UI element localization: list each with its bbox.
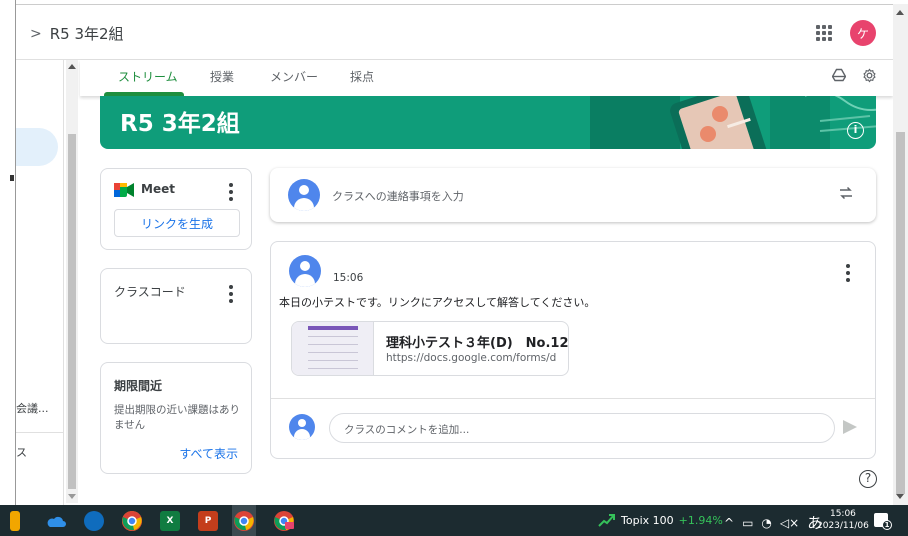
tab-classwork[interactable]: 授業: [210, 68, 234, 85]
post-body: 本日の小テストです。リンクにアクセスして解答してください。: [279, 296, 596, 309]
apps-grid-icon[interactable]: [816, 25, 832, 41]
meet-card: Meet リンクを生成: [100, 168, 252, 250]
post-divider: [271, 398, 875, 399]
meet-label: Meet: [141, 182, 175, 196]
upcoming-title: 期限間近: [114, 379, 163, 393]
send-icon[interactable]: [843, 420, 857, 434]
battery-icon[interactable]: ▭: [742, 516, 753, 530]
form-attachment[interactable]: 理科小テスト３年(D) No.12 https://docs.google.co…: [291, 321, 569, 376]
class-code-more-icon[interactable]: [229, 285, 233, 303]
window-edge-mark: [10, 175, 14, 181]
tray-chevron-up-icon[interactable]: ^: [724, 516, 734, 530]
scrollbar-thumb[interactable]: [68, 134, 76, 489]
scroll-down-arrow-icon[interactable]: [896, 494, 904, 499]
settings-gear-icon[interactable]: [861, 68, 877, 84]
view-all-link[interactable]: すべて表示: [179, 445, 238, 462]
volume-muted-icon[interactable]: ◁×: [780, 516, 799, 530]
chrome-icon[interactable]: [122, 511, 142, 531]
notification-count: 1: [882, 520, 892, 530]
ticker-change: +1.94%: [678, 513, 723, 527]
page-scrollbar[interactable]: [893, 4, 908, 505]
edge-browser-icon[interactable]: [84, 511, 104, 531]
drawer-scrollbar[interactable]: [66, 60, 78, 503]
google-meet-icon: [114, 183, 134, 197]
drawer-divider: [16, 432, 64, 433]
meet-more-icon[interactable]: [229, 183, 233, 201]
attachment-title[interactable]: 理科小テスト３年(D) No.12: [386, 332, 568, 351]
generate-link-button[interactable]: リンクを生成: [114, 209, 240, 237]
announcement-composer[interactable]: クラスへの連絡事項を入力: [270, 168, 876, 222]
help-icon[interactable]: ?: [859, 470, 877, 488]
ticker-name: Topix 100: [621, 513, 674, 527]
scroll-up-arrow-icon[interactable]: [896, 10, 904, 15]
clock-time: 15:06: [829, 509, 856, 519]
drawer-item-meeting[interactable]: 会議...: [16, 400, 49, 416]
drive-icon[interactable]: [831, 68, 847, 84]
announcement-placeholder[interactable]: クラスへの連絡事項を入力: [332, 188, 464, 204]
background-window-edge: [0, 0, 16, 505]
chevron-right-icon: >: [30, 25, 42, 42]
classroom-header: > R5 3年2組 ケ: [16, 4, 893, 60]
system-tray: ^ ▭ ◔ ◁× あ: [724, 512, 822, 533]
windows-taskbar: X P Topix 100 +1.94% ^ ▭ ◔ ◁× あ 15:06 20…: [0, 505, 908, 536]
system-clock[interactable]: 15:06 2023/11/06: [817, 508, 869, 532]
commenter-avatar-icon: [289, 414, 315, 440]
author-avatar-icon: [289, 255, 321, 287]
tab-people[interactable]: メンバー: [270, 68, 318, 85]
wifi-icon[interactable]: ◔: [761, 516, 771, 530]
post-more-icon[interactable]: [846, 264, 850, 282]
stream-post: 15:06 本日の小テストです。リンクにアクセスして解答してください。 理科小テ…: [270, 241, 876, 459]
upcoming-empty-text: 提出期限の近い課題はありません: [114, 404, 240, 431]
chart-up-icon: [598, 514, 615, 527]
class-title[interactable]: R5 3年2組: [50, 23, 124, 44]
class-code-card: クラスコード: [100, 268, 252, 344]
stock-ticker-widget[interactable]: Topix 100 +1.94%: [598, 513, 723, 527]
excel-icon[interactable]: X: [160, 511, 180, 531]
onedrive-icon[interactable]: [46, 511, 66, 531]
scrollbar-thumb[interactable]: [896, 132, 905, 494]
navigation-drawer: 会議... ス: [16, 60, 64, 505]
reuse-post-icon[interactable]: [838, 185, 854, 205]
form-thumbnail: [292, 322, 374, 375]
upcoming-card: 期限間近 提出期限の近い課題はありません すべて表示: [100, 362, 252, 474]
banner-illustration: [590, 96, 876, 149]
chrome-secondary-icon[interactable]: [274, 511, 294, 531]
class-banner: R5 3年2組 i: [100, 96, 876, 149]
breadcrumb: > R5 3年2組: [30, 23, 124, 44]
attachment-url: https://docs.google.com/forms/d: [386, 352, 557, 364]
folder-app-icon[interactable]: [10, 511, 20, 531]
tab-grades[interactable]: 採点: [350, 68, 374, 85]
tab-stream[interactable]: ストリーム: [118, 68, 178, 85]
scroll-up-arrow-icon[interactable]: [68, 64, 76, 69]
class-tabs: ストリーム 授業 メンバー 採点: [80, 60, 893, 96]
drawer-selected-item[interactable]: [16, 128, 58, 166]
comment-input[interactable]: クラスのコメントを追加...: [329, 413, 835, 443]
class-code-label: クラスコード: [114, 285, 186, 299]
powerpoint-icon[interactable]: P: [198, 511, 218, 531]
user-avatar-icon: [288, 179, 320, 211]
banner-title: R5 3年2組: [120, 111, 240, 137]
scroll-down-arrow-icon[interactable]: [68, 494, 76, 499]
drawer-item-partial[interactable]: ス: [16, 444, 27, 460]
chrome-profile-icon[interactable]: [234, 511, 254, 531]
account-avatar[interactable]: ケ: [850, 20, 876, 46]
info-icon[interactable]: i: [847, 122, 864, 139]
notification-center-icon[interactable]: 1: [874, 513, 892, 530]
clock-date: 2023/11/06: [817, 521, 869, 531]
post-timestamp: 15:06: [333, 272, 364, 284]
